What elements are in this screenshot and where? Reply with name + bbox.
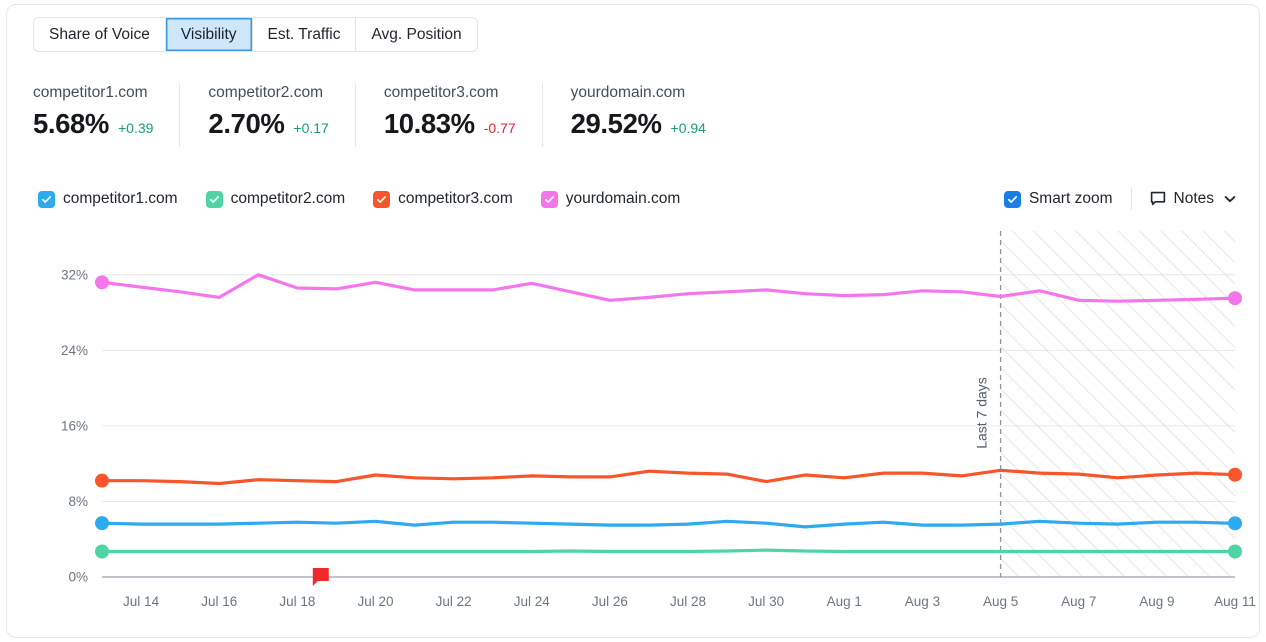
tab-share-of-voice[interactable]: Share of Voice bbox=[34, 18, 166, 51]
checkbox-checked-icon[interactable] bbox=[38, 190, 55, 208]
x-axis-labels: Jul 14 Jul 16 Jul 18 Jul 20 Jul 22 Jul 24 Jul … bbox=[123, 594, 1256, 609]
series-end-dot bbox=[1228, 544, 1242, 559]
y-axis-tick-label: 16% bbox=[61, 418, 88, 433]
tab-visibility[interactable]: Visibility bbox=[165, 18, 253, 51]
x-axis-tick-label: Aug 9 bbox=[1139, 594, 1174, 609]
x-axis-tick-label: Jul 16 bbox=[201, 594, 237, 609]
metric-domain-label: competitor2.com bbox=[208, 84, 323, 101]
x-axis-tick-label: Aug 5 bbox=[983, 594, 1018, 609]
x-axis-tick-label: Jul 18 bbox=[279, 594, 315, 609]
series-start-dot bbox=[95, 516, 109, 531]
chevron-down-icon bbox=[1224, 196, 1236, 203]
visibility-line-chart[interactable]: Last 7 days 0% 8% 16% 24% 32% Jul 14 Jul 16 Ju… bbox=[7, 223, 1260, 633]
series-start-dot bbox=[95, 544, 109, 559]
note-icon bbox=[1150, 191, 1165, 206]
x-axis-tick-label: Jul 30 bbox=[748, 594, 784, 609]
notes-dropdown-button[interactable]: Notes bbox=[1150, 190, 1238, 208]
legend-item-competitor1[interactable]: competitor1.com bbox=[38, 190, 178, 208]
x-axis-tick-label: Aug 7 bbox=[1061, 594, 1096, 609]
note-pin-icon[interactable] bbox=[312, 568, 329, 586]
tab-group: Share of Voice Visibility Est. Traffic A… bbox=[33, 17, 478, 52]
legend-label: yourdomain.com bbox=[565, 190, 681, 207]
chart-controls: Smart zoom Notes bbox=[1003, 185, 1238, 213]
metric-delta: +0.39 bbox=[117, 120, 154, 136]
legend-label: competitor2.com bbox=[230, 190, 346, 207]
metric-delta: -0.77 bbox=[483, 120, 516, 136]
checkbox-checked-icon[interactable] bbox=[205, 190, 223, 208]
x-axis-tick-label: Aug 1 bbox=[827, 594, 862, 609]
metrics-summary: competitor1.com 5.68% +0.39 competitor2.… bbox=[33, 83, 732, 153]
metric-value-row: 2.70% +0.17 bbox=[208, 108, 328, 140]
divider bbox=[1130, 188, 1132, 210]
x-axis-tick-label: Aug 11 bbox=[1214, 594, 1256, 609]
metric-domain-label: competitor3.com bbox=[383, 84, 499, 101]
metric-delta: +0.17 bbox=[293, 120, 329, 136]
x-axis-tick-label: Aug 3 bbox=[905, 594, 940, 609]
visibility-chart-card: Share of Voice Visibility Est. Traffic A… bbox=[6, 4, 1260, 638]
series-line bbox=[100, 548, 1237, 554]
legend-label: competitor1.com bbox=[63, 190, 178, 207]
series-end-dot bbox=[1228, 467, 1242, 482]
y-axis-tick-label: 24% bbox=[61, 343, 88, 358]
metric-yourdomain: yourdomain.com 29.52% +0.94 bbox=[543, 83, 732, 147]
metric-value-row: 10.83% -0.77 bbox=[384, 108, 516, 140]
y-axis-tick-label: 8% bbox=[68, 494, 88, 509]
metric-domain-label: competitor1.com bbox=[33, 84, 148, 101]
series-start-dot bbox=[95, 473, 109, 488]
metric-competitor3: competitor3.com 10.83% -0.77 bbox=[356, 83, 543, 147]
metric-competitor1: competitor1.com 5.68% +0.39 bbox=[33, 83, 181, 147]
forecast-label: Last 7 days bbox=[974, 377, 990, 449]
y-axis-tick-label: 32% bbox=[61, 267, 88, 282]
tab-est-traffic[interactable]: Est. Traffic bbox=[252, 18, 357, 51]
series-end-dot bbox=[1228, 516, 1242, 531]
x-axis-tick-label: Jul 24 bbox=[514, 594, 551, 609]
y-axis-labels: 0% 8% 16% 24% 32% bbox=[61, 267, 88, 584]
metric-competitor2: competitor2.com 2.70% +0.17 bbox=[180, 83, 356, 147]
metric-value-row: 5.68% +0.39 bbox=[33, 108, 153, 140]
metric-tabs: Share of Voice Visibility Est. Traffic A… bbox=[33, 17, 478, 52]
tab-avg-position[interactable]: Avg. Position bbox=[356, 18, 477, 51]
metric-value-row: 29.52% +0.94 bbox=[571, 108, 706, 140]
metric-delta: +0.94 bbox=[670, 120, 706, 136]
x-axis-tick-label: Jul 28 bbox=[670, 594, 706, 609]
metric-value: 10.83% bbox=[383, 108, 475, 139]
smart-zoom-toggle[interactable]: Smart zoom bbox=[1003, 190, 1113, 208]
metric-domain-label: yourdomain.com bbox=[570, 84, 686, 101]
series-start-dot bbox=[95, 275, 109, 290]
chart-canvas[interactable]: Last 7 days 0%8%16%24%32% Jul 14 Jul 16 Ju… bbox=[7, 223, 1260, 633]
metric-value: 5.68% bbox=[33, 108, 109, 139]
note-marker[interactable] bbox=[312, 568, 329, 586]
x-axis-tick-label: Jul 26 bbox=[592, 594, 628, 609]
notes-label: Notes bbox=[1173, 190, 1215, 207]
x-axis-tick-label: Jul 14 bbox=[123, 594, 160, 609]
metric-value: 29.52% bbox=[570, 108, 662, 139]
checkbox-checked-icon[interactable] bbox=[1003, 190, 1021, 208]
checkbox-checked-icon[interactable] bbox=[373, 190, 391, 208]
legend-item-competitor3[interactable]: competitor3.com bbox=[373, 190, 513, 208]
x-axis-tick-label: Jul 22 bbox=[436, 594, 472, 609]
legend-item-competitor2[interactable]: competitor2.com bbox=[205, 190, 346, 208]
series-end-dot bbox=[1228, 291, 1242, 306]
checkbox-checked-icon[interactable] bbox=[540, 190, 558, 208]
legend-label: competitor3.com bbox=[398, 190, 513, 207]
y-axis-tick-label: 0% bbox=[68, 570, 88, 585]
metric-value: 2.70% bbox=[208, 108, 285, 139]
x-axis-tick-label: Jul 20 bbox=[357, 594, 393, 609]
smart-zoom-label: Smart zoom bbox=[1028, 190, 1113, 207]
legend-item-yourdomain[interactable]: yourdomain.com bbox=[540, 190, 681, 208]
